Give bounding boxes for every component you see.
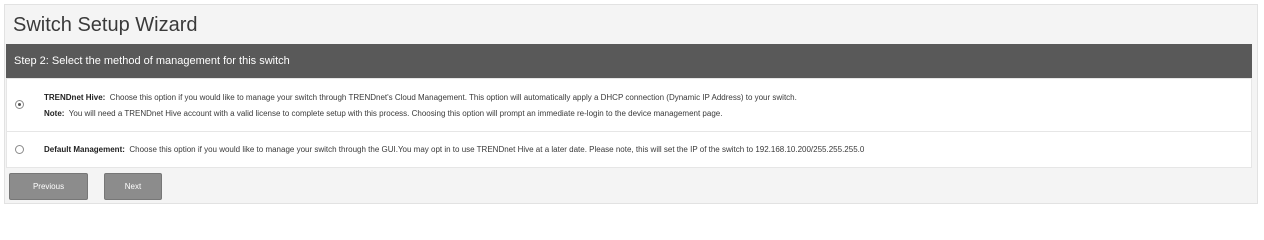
step-heading-bar: Step 2: Select the method of management …	[6, 44, 1252, 78]
radio-default-management[interactable]	[15, 145, 24, 154]
default-description-line: Default Management: Choose this option i…	[44, 145, 864, 154]
previous-button[interactable]: Previous	[9, 173, 88, 200]
hive-note-line: Note: You will need a TRENDnet Hive acco…	[44, 109, 722, 118]
hive-description-line: TRENDnet Hive: Choose this option if you…	[44, 93, 797, 102]
option-default-management[interactable]: Default Management: Choose this option i…	[7, 132, 1251, 167]
next-button[interactable]: Next	[104, 173, 162, 200]
radio-trendnet-hive[interactable]	[15, 100, 24, 109]
hive-note-label: Note:	[44, 109, 65, 118]
hive-option-label: TRENDnet Hive:	[44, 93, 106, 102]
default-option-label: Default Management:	[44, 145, 125, 154]
default-option-description: Choose this option if you would like to …	[129, 145, 865, 154]
hive-option-description: Choose this option if you would like to …	[109, 93, 797, 102]
management-options: TRENDnet Hive: Choose this option if you…	[6, 78, 1252, 168]
option-trendnet-hive[interactable]: TRENDnet Hive: Choose this option if you…	[7, 79, 1251, 132]
hive-note-text: You will need a TRENDnet Hive account wi…	[68, 109, 723, 118]
page-title: Switch Setup Wizard	[13, 14, 198, 36]
